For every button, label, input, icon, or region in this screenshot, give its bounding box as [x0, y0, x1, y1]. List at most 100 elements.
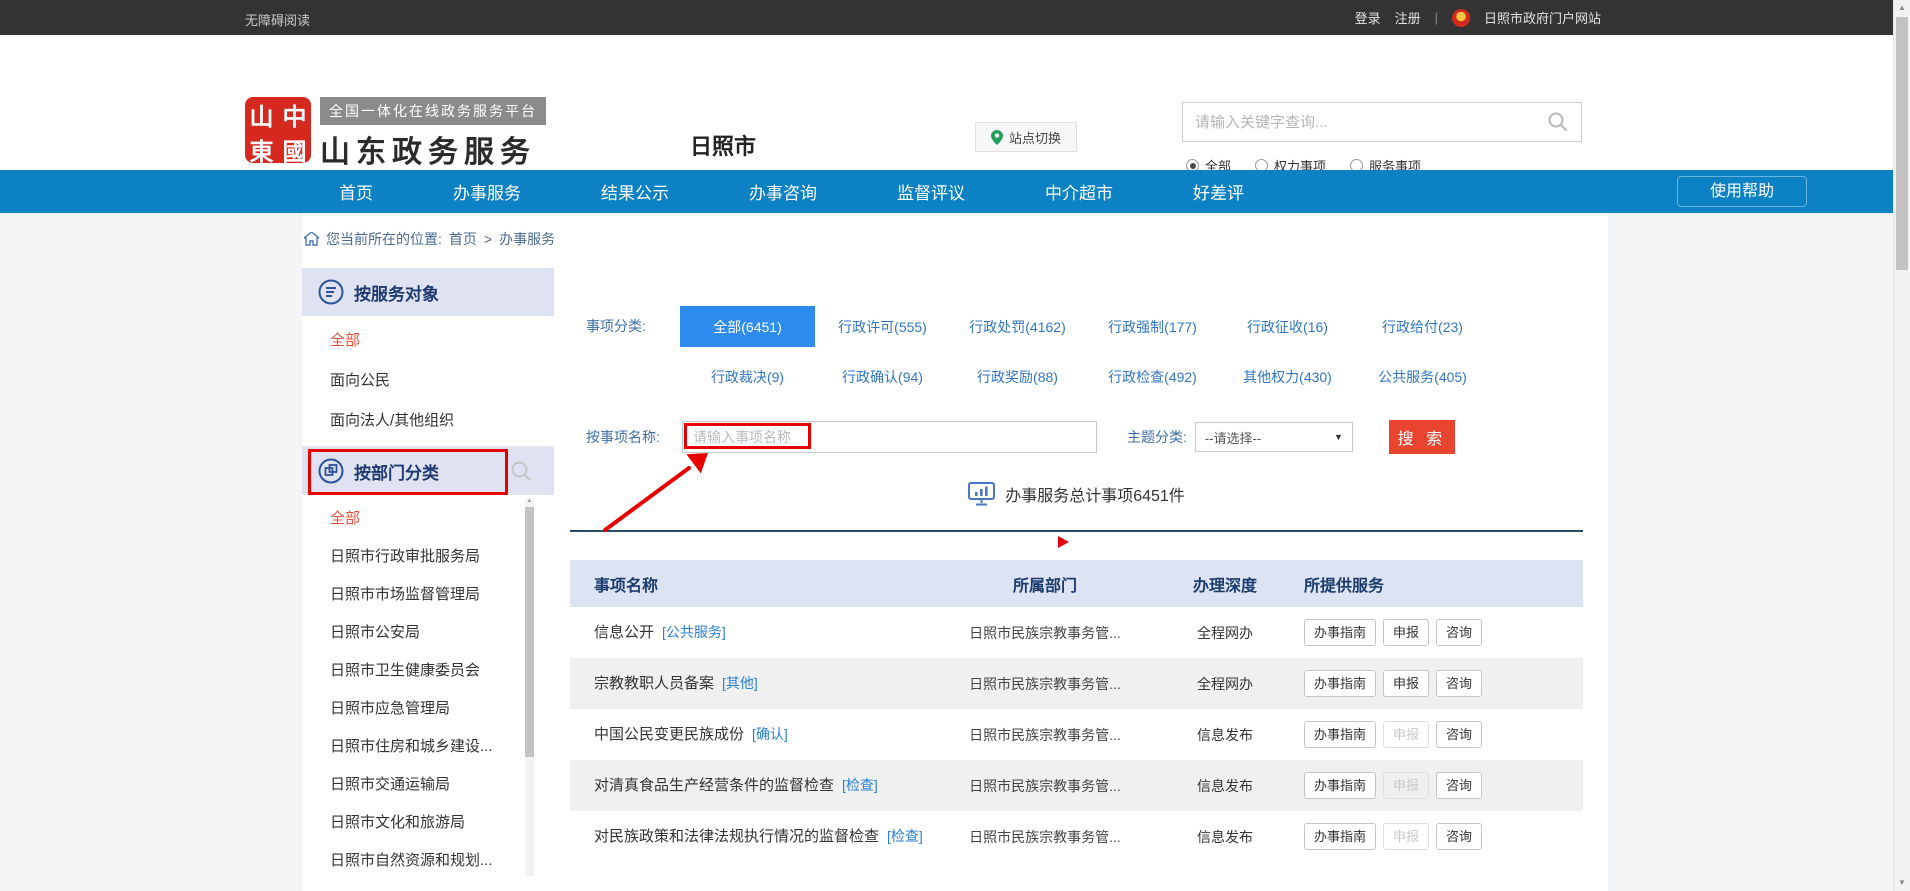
consult-button[interactable]: 咨询 — [1436, 772, 1482, 799]
sidebar-item-legal-person[interactable]: 面向法人/其他组织 — [302, 401, 554, 441]
screen: 无障碍阅读 登录 注册 | 日照市政府门户网站 山 中 東 國 全国一体化在线政… — [0, 0, 1910, 891]
item-name-link[interactable]: 中国公民变更民族成份 — [594, 726, 744, 743]
item-tag-link[interactable]: [确认] — [752, 726, 788, 742]
consult-button[interactable]: 咨询 — [1436, 721, 1482, 748]
stats-total-text: 办事服务总计事项6451件 — [1005, 482, 1185, 506]
item-depth: 信息发布 — [1160, 827, 1290, 847]
keyword-search-box — [1182, 102, 1582, 142]
item-tag-link[interactable]: [公共服务] — [662, 624, 726, 640]
category-tab-all[interactable]: 全部(6451) — [680, 306, 815, 347]
category-tab[interactable]: 行政处罚(4162) — [950, 306, 1085, 347]
nav-item-rating[interactable]: 好差评 — [1193, 179, 1244, 204]
section-header-department[interactable]: 按部门分类 — [302, 447, 554, 495]
dept-item[interactable]: 日照市公安局 — [302, 614, 554, 652]
item-tag-link[interactable]: [检查] — [887, 828, 923, 844]
nav-item-services[interactable]: 办事服务 — [453, 179, 521, 204]
seal-char: 中 — [278, 97, 311, 132]
site-switch-button[interactable]: 站点切换 — [975, 122, 1077, 152]
item-tag-link[interactable]: [其他] — [722, 675, 758, 691]
guide-button[interactable]: 办事指南 — [1304, 772, 1376, 799]
apply-button-disabled: 申报 — [1383, 721, 1429, 748]
items-table: 事项名称 所属部门 办理深度 所提供服务 信息公开[公共服务] 日照市民族宗教事… — [570, 560, 1583, 862]
category-tab[interactable]: 行政奖励(88) — [950, 356, 1085, 397]
category-tab[interactable]: 行政强制(177) — [1085, 306, 1220, 347]
scroll-up-icon[interactable]: ▲ — [525, 497, 534, 505]
keyword-search-input[interactable] — [1195, 114, 1547, 131]
department-search-icon[interactable] — [510, 460, 532, 482]
tab-label: 公共服务 — [1378, 367, 1434, 387]
dept-item[interactable]: 日照市交通运输局 — [302, 766, 554, 804]
category-tab[interactable]: 行政给付(23) — [1355, 306, 1490, 347]
dept-item[interactable]: 日照市卫生健康委员会 — [302, 652, 554, 690]
category-filter-label: 事项分类: — [586, 306, 680, 397]
search-icon[interactable] — [1547, 111, 1569, 133]
tab-count: (94) — [898, 369, 923, 385]
dept-item[interactable]: 日照市文化和旅游局 — [302, 804, 554, 842]
guide-button[interactable]: 办事指南 — [1304, 721, 1376, 748]
table-row: 宗教教职人员备案[其他] 日照市民族宗教事务管... 全程网办 办事指南 申报 … — [570, 658, 1583, 709]
item-tag-link[interactable]: [检查] — [842, 777, 878, 793]
dept-item[interactable]: 日照市自然资源和规划... — [302, 842, 554, 880]
consult-button[interactable]: 咨询 — [1436, 670, 1482, 697]
sidebar-item-all[interactable]: 全部 — [302, 321, 554, 361]
sidebar-item-citizen[interactable]: 面向公民 — [302, 361, 554, 401]
apply-button[interactable]: 申报 — [1383, 670, 1429, 697]
nav-item-supervision[interactable]: 监督评议 — [897, 179, 965, 204]
register-link[interactable]: 注册 — [1395, 8, 1421, 27]
nav-item-results[interactable]: 结果公示 — [601, 179, 669, 204]
category-tab[interactable]: 其他权力(430) — [1220, 356, 1355, 397]
dept-item[interactable]: 日照市应急管理局 — [302, 690, 554, 728]
category-tab[interactable]: 行政征收(16) — [1220, 306, 1355, 347]
item-name-link[interactable]: 信息公开 — [594, 624, 654, 641]
dept-item[interactable]: 日照市住房和城乡建设... — [302, 728, 554, 766]
tab-count: (555) — [894, 319, 927, 335]
category-tab[interactable]: 行政检查(492) — [1085, 356, 1220, 397]
category-tab[interactable]: 行政裁决(9) — [680, 356, 815, 397]
apply-button[interactable]: 申报 — [1383, 619, 1429, 646]
section-header-service-target[interactable]: 按服务对象 — [302, 268, 554, 316]
tab-count: (16) — [1303, 319, 1328, 335]
list-circle-icon — [318, 279, 344, 305]
nav-item-intermediary[interactable]: 中介超市 — [1045, 179, 1113, 204]
category-tab[interactable]: 公共服务(405) — [1355, 356, 1490, 397]
search-button[interactable]: 搜 索 — [1389, 420, 1455, 454]
nav-item-consult[interactable]: 办事咨询 — [749, 179, 817, 204]
portal-link[interactable]: 日照市政府门户网站 — [1484, 8, 1601, 27]
city-name: 日照市 — [690, 129, 756, 161]
site-header: 山 中 東 國 全国一体化在线政务服务平台 山东政务服务 日照市 站点切换 — [0, 35, 1893, 170]
department-scrollbar[interactable]: ▲ — [525, 498, 534, 876]
department-scrollbar-thumb[interactable] — [525, 507, 534, 757]
item-name-link[interactable]: 对清真食品生产经营条件的监督检查 — [594, 777, 834, 794]
tab-count: (88) — [1033, 369, 1058, 385]
category-grid: 全部(6451) 行政许可(555) 行政处罚(4162) 行政强制(177) … — [680, 306, 1490, 397]
scrollbar-down-icon[interactable]: ▼ — [1894, 878, 1910, 888]
dept-item-all[interactable]: 全部 — [302, 500, 554, 538]
nav-item-home[interactable]: 首页 — [339, 179, 373, 204]
item-department: 日照市民族宗教事务管... — [930, 725, 1160, 745]
category-tab[interactable]: 行政确认(94) — [815, 356, 950, 397]
category-tab[interactable]: 行政许可(555) — [815, 306, 950, 347]
item-depth: 信息发布 — [1160, 725, 1290, 745]
guide-button[interactable]: 办事指南 — [1304, 670, 1376, 697]
browser-scrollbar[interactable]: ▲ ▼ — [1893, 0, 1910, 891]
tab-label: 行政检查 — [1108, 367, 1164, 387]
breadcrumb-home[interactable]: 首页 — [449, 229, 477, 249]
tab-count: (4162) — [1025, 319, 1065, 335]
guide-button[interactable]: 办事指南 — [1304, 619, 1376, 646]
section-title: 按服务对象 — [354, 280, 439, 305]
breadcrumb-current[interactable]: 办事服务 — [499, 229, 555, 249]
consult-button[interactable]: 咨询 — [1436, 823, 1482, 850]
scrollbar-up-icon[interactable]: ▲ — [1894, 3, 1910, 13]
consult-button[interactable]: 咨询 — [1436, 619, 1482, 646]
login-link[interactable]: 登录 — [1355, 8, 1381, 27]
browser-scrollbar-thumb[interactable] — [1896, 17, 1908, 270]
dept-item[interactable]: 日照市市场监督管理局 — [302, 576, 554, 614]
item-name-input[interactable] — [682, 421, 1097, 453]
help-button[interactable]: 使用帮助 — [1677, 176, 1807, 207]
dept-item[interactable]: 日照市行政审批服务局 — [302, 538, 554, 576]
topic-select[interactable]: --请选择-- ▼ — [1195, 422, 1353, 452]
guide-button[interactable]: 办事指南 — [1304, 823, 1376, 850]
item-name-link[interactable]: 宗教教职人员备案 — [594, 675, 714, 692]
item-name-link[interactable]: 对民族政策和法律法规执行情况的监督检查 — [594, 828, 879, 845]
accessibility-link[interactable]: 无障碍阅读 — [245, 10, 310, 29]
